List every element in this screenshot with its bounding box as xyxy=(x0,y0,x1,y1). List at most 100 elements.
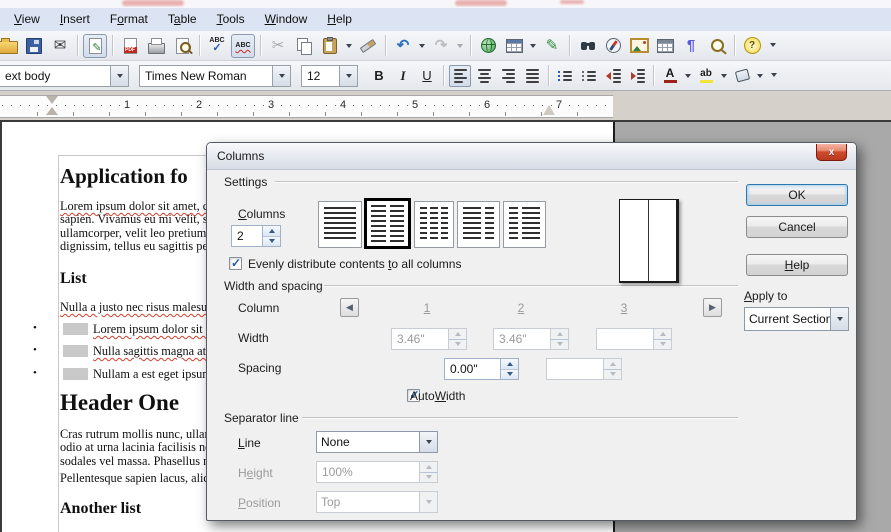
insert-table-icon[interactable] xyxy=(502,34,526,58)
printer-glyph xyxy=(148,43,165,54)
preset-three-columns[interactable] xyxy=(414,201,454,248)
paragraph-style-select[interactable]: ext body xyxy=(0,65,129,87)
undo-icon[interactable]: ↶ xyxy=(391,34,415,58)
copy-icon[interactable] xyxy=(292,34,316,58)
column-prev-button[interactable]: ◀ xyxy=(340,298,359,317)
underline-button[interactable]: U xyxy=(416,65,438,87)
font-size-dropdown-button[interactable] xyxy=(339,66,357,86)
align-right-button[interactable] xyxy=(497,65,519,87)
bold-button[interactable]: B xyxy=(368,65,390,87)
data-sources-icon[interactable] xyxy=(653,34,677,58)
apply-to-dropdown-button[interactable] xyxy=(830,308,848,330)
preset-two-columns[interactable] xyxy=(364,198,411,249)
justify-button[interactable] xyxy=(521,65,543,87)
background-color-dropdown-arrow[interactable] xyxy=(755,64,765,88)
line-style-dropdown[interactable]: None xyxy=(316,431,438,453)
triangle-glyph xyxy=(721,74,727,78)
bullet-list-button[interactable] xyxy=(578,65,600,87)
toolbar-overflow-arrow[interactable] xyxy=(769,63,779,87)
table-dropdown-arrow[interactable] xyxy=(528,34,538,58)
paste-icon[interactable] xyxy=(318,34,342,58)
menu-help[interactable]: Help xyxy=(317,8,362,31)
evenly-distribute-label[interactable]: Evenly distribute contents to all column… xyxy=(248,257,461,271)
menu-format[interactable]: Format xyxy=(100,8,158,31)
column-next-button[interactable]: ▶ xyxy=(703,298,722,317)
font-color-dropdown-arrow[interactable] xyxy=(683,64,693,88)
ruler-number: 6 xyxy=(482,98,492,113)
preset-one-column[interactable] xyxy=(318,201,362,248)
menu-tools[interactable]: Tools xyxy=(207,8,255,31)
spacing-1-spinbox[interactable]: 0.00" xyxy=(444,358,519,380)
column-number-2: 2 xyxy=(510,301,532,315)
menu-view[interactable]: View xyxy=(4,8,50,31)
format-paintbrush-icon[interactable] xyxy=(356,34,380,58)
italic-button[interactable]: I xyxy=(392,65,414,87)
navigator-icon[interactable] xyxy=(601,34,625,58)
spellcheck-icon[interactable]: ABC✓ xyxy=(205,34,229,58)
justify-icon xyxy=(526,69,539,83)
show-draw-functions-icon[interactable]: ✎ xyxy=(540,34,564,58)
numbered-list-button[interactable] xyxy=(554,65,576,87)
export-pdf-icon[interactable]: PDF xyxy=(118,34,142,58)
evenly-distribute-checkbox[interactable] xyxy=(229,257,242,270)
highlighting-dropdown-arrow[interactable] xyxy=(719,64,729,88)
doc-line: Cras rutrum mollis nunc, ullam xyxy=(60,428,214,441)
spacing-1-spin-buttons[interactable] xyxy=(500,359,518,379)
hyperlink-icon[interactable] xyxy=(476,34,500,58)
undo-dropdown-arrow[interactable] xyxy=(417,34,427,58)
line-style-dropdown-button[interactable] xyxy=(419,432,437,452)
decrease-indent-button[interactable] xyxy=(602,65,624,87)
menu-window[interactable]: Window xyxy=(255,8,318,31)
autowidth-label[interactable]: AutoWidth xyxy=(410,389,465,403)
save-icon[interactable] xyxy=(22,34,46,58)
highlight-bar xyxy=(700,80,713,83)
highlighting-button[interactable]: ab xyxy=(695,65,717,87)
position-label: Position xyxy=(238,496,281,510)
menu-insert[interactable]: Insert xyxy=(50,8,100,31)
preset-right-wide[interactable] xyxy=(503,201,546,248)
background-window-fragment xyxy=(560,0,584,4)
height-spin-buttons xyxy=(419,462,437,482)
doc-line: sodales vel massa. Phasellus n xyxy=(60,455,214,468)
columns-spin-buttons[interactable] xyxy=(262,226,280,246)
align-center-button[interactable] xyxy=(473,65,495,87)
font-name-dropdown-button[interactable] xyxy=(272,66,290,86)
font-size-select[interactable]: 12 xyxy=(301,65,358,87)
open-icon[interactable] xyxy=(0,34,20,58)
toolbar-overflow-arrow[interactable] xyxy=(768,33,778,57)
menu-table[interactable]: Table xyxy=(158,8,207,31)
font-name-select[interactable]: Times New Roman xyxy=(139,65,291,87)
formatting-marks-icon[interactable]: ¶ xyxy=(679,34,703,58)
gallery-icon[interactable] xyxy=(627,34,651,58)
columns-stepper[interactable]: 2 xyxy=(231,225,281,247)
doc-line: dignissim, tellus eu sagittis pe xyxy=(60,240,208,253)
email-icon[interactable]: ✉ xyxy=(48,34,72,58)
first-line-indent-marker[interactable] xyxy=(46,96,58,104)
find-replace-icon[interactable] xyxy=(575,34,599,58)
abc-text: ABC xyxy=(235,42,250,49)
align-left-button[interactable] xyxy=(449,65,471,87)
highlight-letters: ab xyxy=(700,68,712,79)
paragraph-style-dropdown-button[interactable] xyxy=(110,66,128,86)
help-button[interactable]: Help xyxy=(746,254,848,276)
apply-to-dropdown[interactable]: Current Section xyxy=(744,307,849,331)
close-icon[interactable]: x xyxy=(816,144,847,161)
increase-indent-button[interactable] xyxy=(626,65,648,87)
edit-file-icon[interactable]: ✎ xyxy=(83,34,107,58)
paste-dropdown-arrow[interactable] xyxy=(344,34,354,58)
page-preview-icon[interactable] xyxy=(170,34,194,58)
font-color-button[interactable]: A xyxy=(659,65,681,87)
left-indent-marker[interactable] xyxy=(46,107,58,115)
cancel-button[interactable]: Cancel xyxy=(746,216,848,238)
auto-spellcheck-icon[interactable]: ABC xyxy=(231,34,255,58)
preset-left-wide[interactable] xyxy=(457,201,500,248)
background-color-button[interactable] xyxy=(731,65,753,87)
data-table-glyph xyxy=(657,39,674,53)
ok-button[interactable]: OK xyxy=(746,184,848,206)
help-icon[interactable]: ? xyxy=(740,34,764,58)
horizontal-ruler[interactable]: 1 2 3 4 5 6 7 xyxy=(0,95,613,118)
dialog-title-bar[interactable]: Columns x xyxy=(207,143,856,170)
right-indent-marker[interactable] xyxy=(543,105,555,115)
zoom-icon[interactable] xyxy=(705,34,729,58)
print-icon[interactable] xyxy=(144,34,168,58)
